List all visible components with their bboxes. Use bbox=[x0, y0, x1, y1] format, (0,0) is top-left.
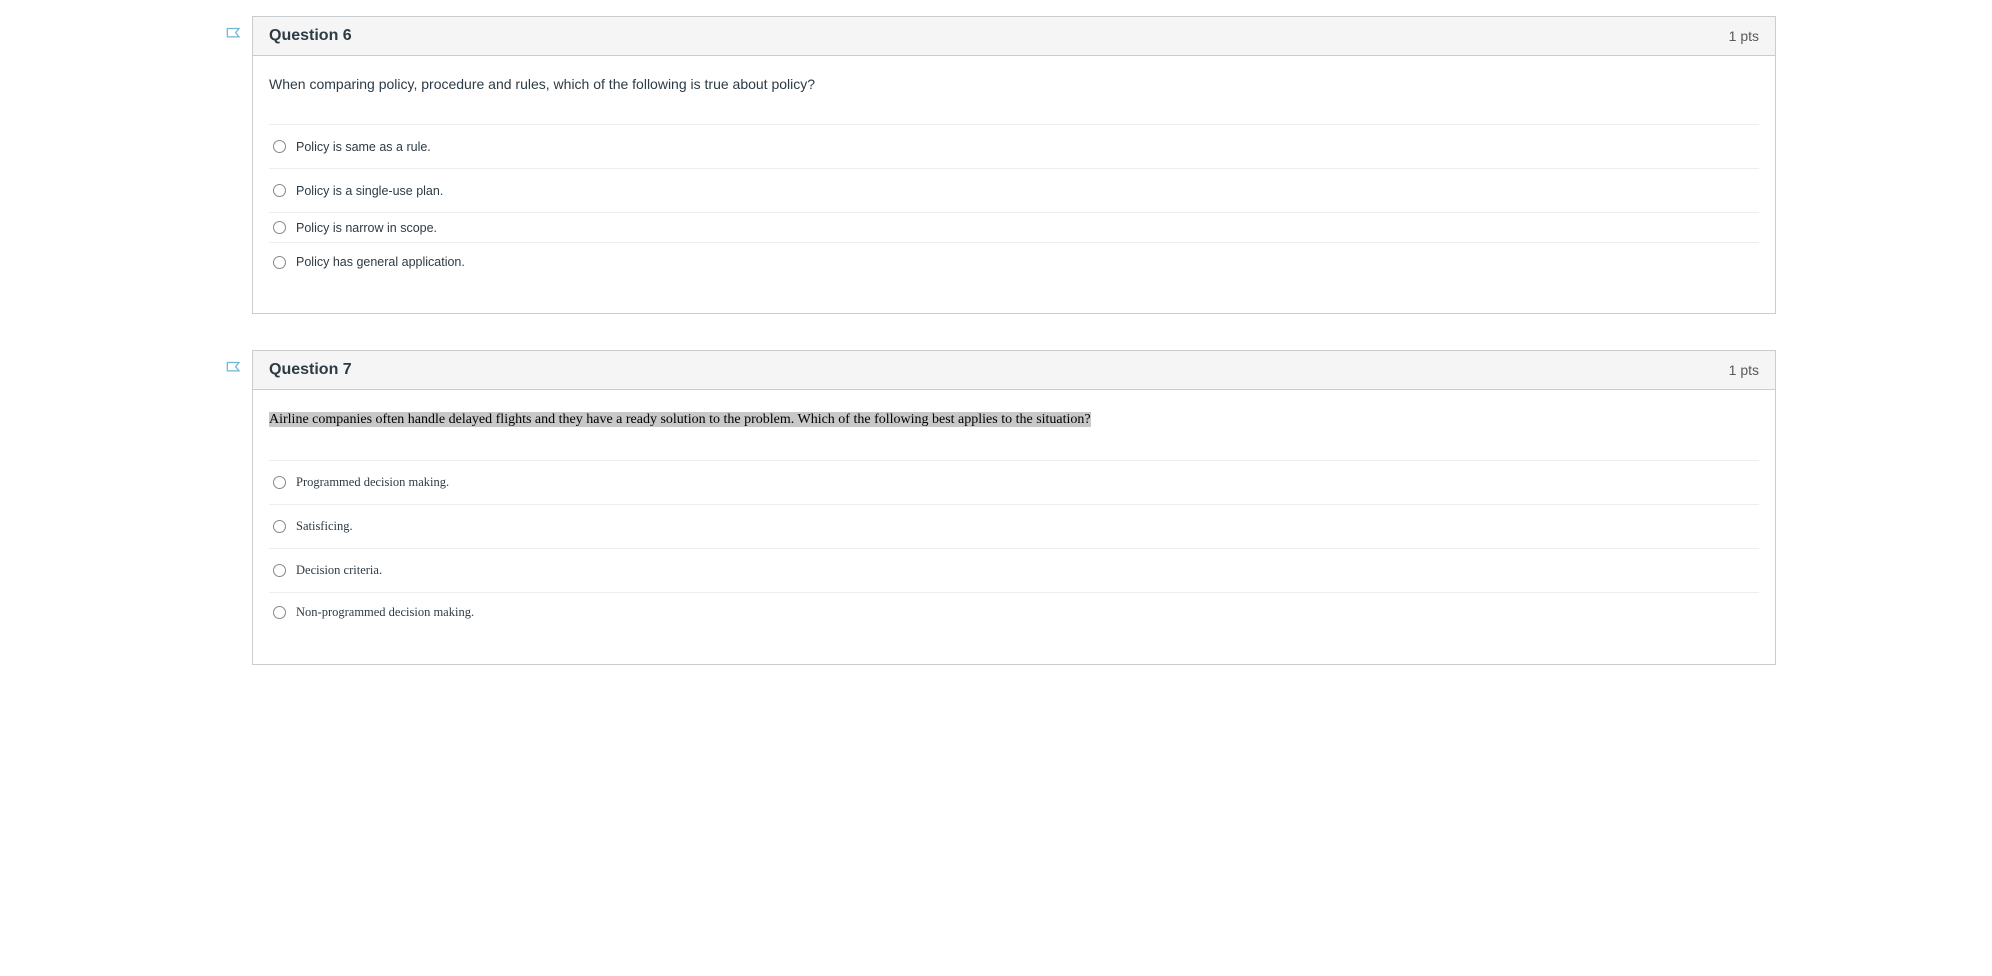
flag-column bbox=[216, 16, 252, 46]
quiz-page: Question 6 1 pts When comparing policy, … bbox=[216, 16, 1776, 665]
question-title: Question 7 bbox=[269, 361, 352, 379]
radio-icon[interactable] bbox=[273, 256, 286, 269]
question-block-7: Question 7 1 pts Airline companies often… bbox=[216, 350, 1776, 665]
flag-icon[interactable] bbox=[224, 26, 244, 46]
radio-icon[interactable] bbox=[273, 140, 286, 153]
question-title: Question 6 bbox=[269, 27, 352, 45]
question-block-6: Question 6 1 pts When comparing policy, … bbox=[216, 16, 1776, 314]
question-header: Question 7 1 pts bbox=[253, 351, 1775, 390]
radio-icon[interactable] bbox=[273, 476, 286, 489]
radio-icon[interactable] bbox=[273, 606, 286, 619]
radio-icon[interactable] bbox=[273, 520, 286, 533]
option-label: Policy has general application. bbox=[296, 255, 465, 269]
option-label: Non-programmed decision making. bbox=[296, 605, 474, 620]
option-row[interactable]: Decision criteria. bbox=[269, 549, 1759, 593]
option-row[interactable]: Policy is narrow in scope. bbox=[269, 213, 1759, 243]
option-row[interactable]: Programmed decision making. bbox=[269, 461, 1759, 505]
option-label: Programmed decision making. bbox=[296, 475, 449, 490]
question-prompt: When comparing policy, procedure and rul… bbox=[269, 72, 1759, 124]
option-label: Policy is same as a rule. bbox=[296, 140, 431, 154]
option-row[interactable]: Policy is same as a rule. bbox=[269, 125, 1759, 169]
question-card: Question 6 1 pts When comparing policy, … bbox=[252, 16, 1776, 314]
options-list: Policy is same as a rule. Policy is a si… bbox=[269, 124, 1759, 297]
radio-icon[interactable] bbox=[273, 184, 286, 197]
option-row[interactable]: Policy is a single-use plan. bbox=[269, 169, 1759, 213]
option-row[interactable]: Satisficing. bbox=[269, 505, 1759, 549]
question-header: Question 6 1 pts bbox=[253, 17, 1775, 56]
radio-icon[interactable] bbox=[273, 221, 286, 234]
question-body: When comparing policy, procedure and rul… bbox=[253, 56, 1775, 313]
options-list: Programmed decision making. Satisficing.… bbox=[269, 460, 1759, 648]
option-label: Policy is narrow in scope. bbox=[296, 221, 437, 235]
option-row[interactable]: Non-programmed decision making. bbox=[269, 593, 1759, 648]
option-label: Decision criteria. bbox=[296, 563, 382, 578]
option-label: Policy is a single-use plan. bbox=[296, 184, 443, 198]
question-points: 1 pts bbox=[1729, 28, 1759, 44]
question-points: 1 pts bbox=[1729, 362, 1759, 378]
radio-icon[interactable] bbox=[273, 564, 286, 577]
option-row[interactable]: Policy has general application. bbox=[269, 243, 1759, 297]
question-prompt: Airline companies often handle delayed f… bbox=[269, 406, 1759, 460]
flag-column bbox=[216, 350, 252, 380]
question-card: Question 7 1 pts Airline companies often… bbox=[252, 350, 1776, 665]
flag-icon[interactable] bbox=[224, 360, 244, 380]
question-body: Airline companies often handle delayed f… bbox=[253, 390, 1775, 664]
option-label: Satisficing. bbox=[296, 519, 353, 534]
